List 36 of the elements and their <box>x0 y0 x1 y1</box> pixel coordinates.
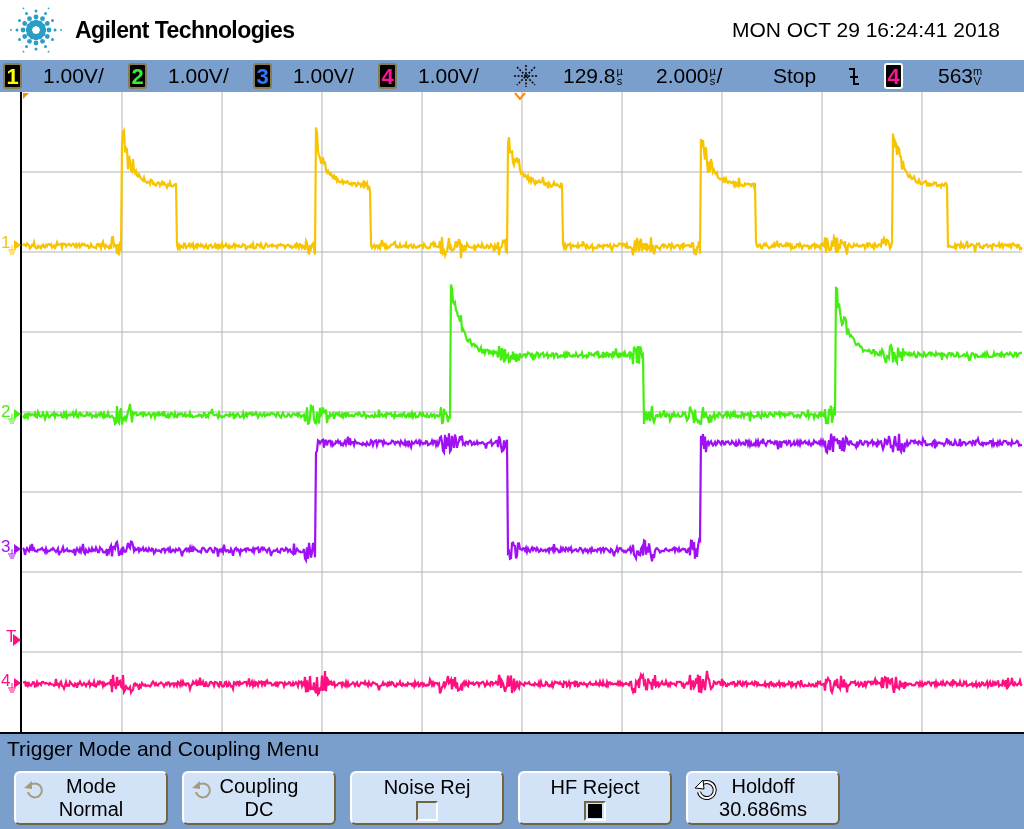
trigger-position-icon <box>513 64 539 88</box>
trigger-position-icon <box>514 92 526 101</box>
trigger-marker-label: T <box>6 628 17 645</box>
channel-badge[interactable]: 2 <box>128 63 147 89</box>
channel-number: 3 <box>256 67 269 85</box>
falling-edge-icon <box>848 66 860 86</box>
brand-name: Agilent Technologies <box>75 15 295 45</box>
channel-badge[interactable]: 4 <box>378 63 397 89</box>
channel-marker: 1 <box>1 234 11 251</box>
channel-number: 2 <box>131 67 144 85</box>
volts-per-div: 1.00V/ <box>418 63 480 90</box>
channel-marker: 2 <box>1 403 11 420</box>
volts-per-div: 1.00V/ <box>293 63 355 90</box>
date-time: MON OCT 29 16:24:41 2018 <box>731 17 1000 44</box>
channel-number: 4 <box>887 67 900 85</box>
ground-marker-icon <box>8 407 21 425</box>
softkey-button[interactable]: Holdoff 30.686ms <box>686 771 840 825</box>
channel-marker: 3 <box>1 538 11 555</box>
run-state: Stop <box>773 63 818 90</box>
softkey-button[interactable]: Mode Normal <box>14 771 168 825</box>
volts-per-div: 1.00V/ <box>43 63 105 90</box>
channel-badge[interactable]: 1 <box>3 63 22 89</box>
softkey-button[interactable]: Noise Rej <box>350 771 504 825</box>
channel-number: 4 <box>381 67 394 85</box>
ground-marker-icon <box>8 238 21 256</box>
channel-badge[interactable]: 3 <box>253 63 272 89</box>
channel-number: 1 <box>6 67 19 85</box>
channel-badge[interactable]: 4 <box>884 63 903 89</box>
channel-marker: 4 <box>1 672 11 689</box>
softkey-button[interactable]: Coupling DC <box>182 771 336 825</box>
logo-icon <box>7 4 65 56</box>
menu-title: Trigger Mode and Coupling Menu <box>7 736 320 762</box>
volts-per-div: 1.00V/ <box>168 63 230 90</box>
softkey-button[interactable]: HF Reject <box>518 771 672 825</box>
ground-marker-icon <box>8 676 21 694</box>
ground-marker-icon <box>8 542 21 560</box>
